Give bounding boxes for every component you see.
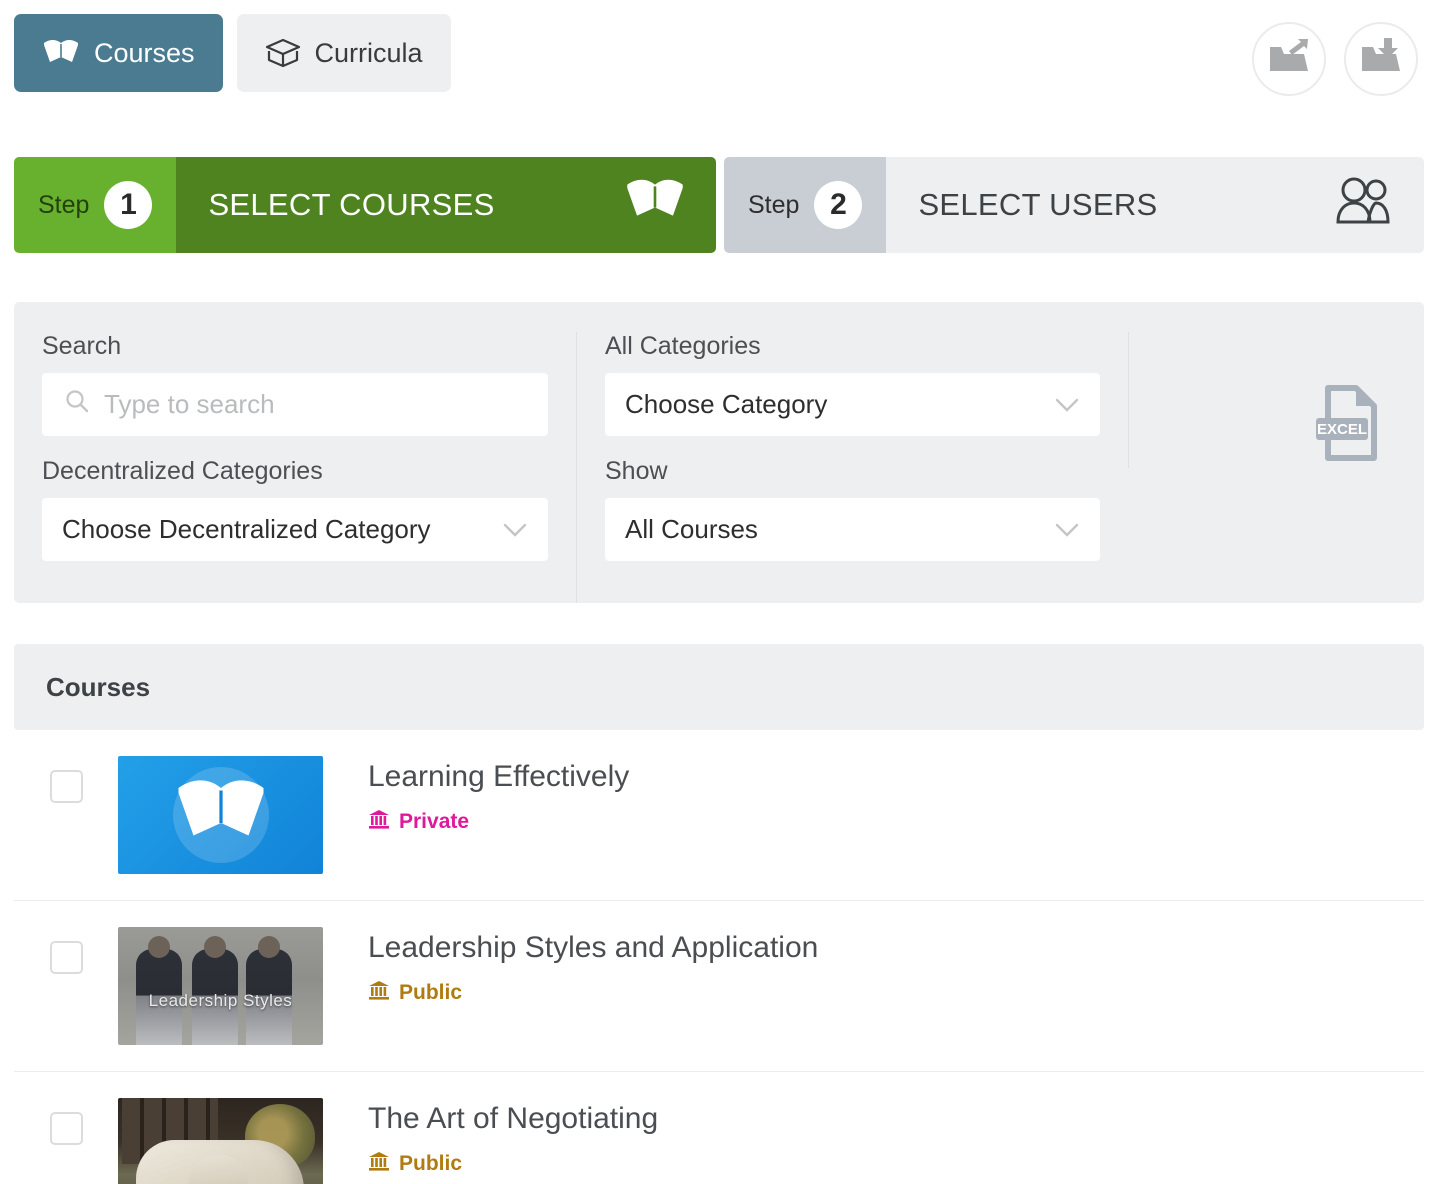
step-1-number: 1 [104,181,153,229]
search-placeholder: Type to search [104,389,275,419]
step-wizard: Step 1 SELECT COURSES Step 2 SELECT USER… [14,157,1424,253]
decentralized-categories-group: Decentralized Categories Choose Decentra… [42,457,548,561]
all-categories-label: All Categories [605,332,761,360]
tab-courses-label: Courses [94,37,195,68]
open-book-icon [173,778,269,853]
folder-download-icon [1359,37,1403,82]
status-badge: Public [368,979,818,1007]
top-tab-bar: Courses Curricula [0,0,1438,110]
decentralized-categories-select[interactable]: Choose Decentralized Category [42,498,548,561]
tab-courses[interactable]: Courses [14,14,223,92]
row-checkbox-cell [14,756,118,803]
filter-column-export: EXCEL [1128,332,1424,603]
chevron-down-icon [502,514,528,545]
step-1-body: SELECT COURSES [176,157,716,253]
thumbnail-figures [118,927,323,1045]
search-label: Search [42,332,122,360]
filter-column-right: All Categories Choose Category Show All … [576,332,1128,603]
visibility-label: Private [399,810,470,833]
row-info-cell: The Art of Negotiating Public [368,1098,658,1178]
open-book-icon [624,178,686,232]
step-2-body: SELECT USERS [886,157,1424,253]
table-row[interactable]: Learning Effectively Private [14,730,1424,901]
export-excel-icon: EXCEL [1314,385,1380,466]
share-folder-button[interactable] [1252,22,1326,96]
course-title[interactable]: Learning Effectively [368,760,629,794]
folder-upload-icon [1267,37,1311,82]
course-select-checkbox[interactable] [49,941,83,974]
panel-divider [1128,332,1129,468]
show-label: Show [605,457,668,485]
bank-building-icon [368,979,390,1007]
step-2-title: SELECT USERS [918,187,1158,222]
tab-curricula[interactable]: Curricula [236,14,451,92]
all-categories-value: Choose Category [625,389,828,419]
open-book-icon [42,39,80,67]
visibility-label: Public [399,981,463,1004]
show-group: Show All Courses [605,457,1100,561]
step-1-word: Step [38,190,90,219]
all-categories-group: All Categories Choose Category [605,332,1100,436]
row-thumbnail-cell: Leadership Styles [118,927,368,1045]
step-1-title: SELECT COURSES [208,187,495,222]
all-categories-select[interactable]: Choose Category [605,373,1100,436]
table-row[interactable]: Leadership Styles Leadership Styles and … [14,901,1424,1072]
row-checkbox-cell [14,1098,118,1145]
filter-panel: Search Type to search Decentralized Cate… [14,302,1424,603]
row-info-cell: Leadership Styles and Application Public [368,927,818,1007]
course-list-header: Courses [14,644,1424,730]
thumbnail-handshake [136,1140,304,1184]
course-list-header-label: Courses [46,671,151,702]
course-thumbnail[interactable]: Leadership Styles [118,927,323,1045]
show-select[interactable]: All Courses [605,498,1100,561]
step-2-select-users[interactable]: Step 2 SELECT USERS [724,157,1424,253]
step-1-select-courses[interactable]: Step 1 SELECT COURSES [14,157,716,253]
import-folder-button[interactable] [1344,22,1418,96]
course-select-checkbox[interactable] [49,1112,83,1145]
chevron-down-icon [1054,514,1080,545]
bank-building-icon [368,1150,390,1178]
bank-building-icon [368,808,390,836]
decentralized-categories-label: Decentralized Categories [42,457,323,485]
course-assignment-page: Courses Curricula Step 1 SELECT COURSES … [0,0,1438,1184]
status-badge: Public [368,1150,658,1178]
course-title[interactable]: The Art of Negotiating [368,1102,658,1136]
filter-column-left: Search Type to search Decentralized Cate… [14,332,576,603]
table-row[interactable]: The Art of Negotiating Public [14,1072,1424,1184]
search-input[interactable]: Type to search [42,373,548,436]
show-value: All Courses [625,514,758,544]
thumbnail-caption: Leadership Styles [148,991,293,1010]
svg-text:EXCEL: EXCEL [1317,421,1367,438]
decentralized-categories-value: Choose Decentralized Category [62,514,431,544]
step-2-number: 2 [814,181,863,229]
export-excel-button[interactable]: EXCEL [1314,384,1380,467]
step-1-badge: Step 1 [14,157,177,253]
stacked-books-icon [265,38,301,68]
tab-curricula-label: Curricula [314,37,423,68]
row-thumbnail-cell [118,1098,368,1184]
course-title[interactable]: Leadership Styles and Application [368,931,818,965]
row-thumbnail-cell [118,756,368,874]
row-info-cell: Learning Effectively Private [368,756,629,836]
top-action-buttons [1252,22,1418,96]
step-2-badge: Step 2 [724,157,887,253]
search-group: Search Type to search [42,332,548,436]
search-icon [64,388,90,421]
course-thumbnail[interactable] [118,1098,323,1184]
chevron-down-icon [1054,389,1080,420]
course-thumbnail[interactable] [118,756,323,874]
step-2-word: Step [748,190,800,219]
course-select-checkbox[interactable] [49,770,83,803]
row-checkbox-cell [14,927,118,974]
status-badge: Private [368,808,629,836]
users-group-icon [1330,176,1394,234]
visibility-label: Public [399,1152,463,1175]
